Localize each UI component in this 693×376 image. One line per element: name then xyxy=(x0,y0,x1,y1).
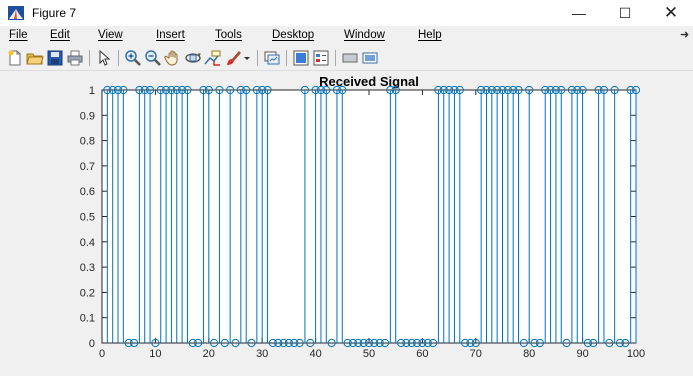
x-tick-label: 60 xyxy=(416,348,428,360)
x-tick-label: 20 xyxy=(203,348,215,360)
y-tick-label: 0.9 xyxy=(80,110,95,122)
menu-insert[interactable]: Insert xyxy=(156,29,185,41)
toolbar-separator xyxy=(89,50,90,66)
x-tick-label: 40 xyxy=(309,348,321,360)
y-tick-label: 0.4 xyxy=(80,237,95,249)
menu-overflow-icon[interactable]: ➜ xyxy=(680,28,689,41)
y-tick-label: 0 xyxy=(89,338,95,350)
chart-title: Received Signal xyxy=(319,74,419,89)
menu-window[interactable]: Window xyxy=(344,29,385,41)
menu-edit[interactable]: Edit xyxy=(50,29,70,41)
x-tick-label: 50 xyxy=(363,348,375,360)
toolbar-separator xyxy=(257,50,258,66)
x-tick-label: 10 xyxy=(149,348,161,360)
menu-help[interactable]: Help xyxy=(418,29,442,41)
figure-canvas: Received Signal 0 10 20 30 40 50 60 70 80 90 100 0 0… xyxy=(0,71,693,376)
menu-view[interactable]: View xyxy=(98,29,123,41)
colorbar-icon[interactable] xyxy=(292,49,310,67)
menu-tools[interactable]: Tools xyxy=(215,29,242,41)
y-tick-label: 0.3 xyxy=(80,262,95,274)
menu-bar: File Edit View Insert Tools Desktop Wind… xyxy=(0,26,693,46)
close-button[interactable]: ✕ xyxy=(648,0,693,26)
x-tick-label: 90 xyxy=(576,348,588,360)
y-tick-label: 0.7 xyxy=(80,161,95,173)
stem-plot[interactable]: Received Signal 0 10 20 30 40 50 60 70 80 90 100 0 0… xyxy=(0,71,693,376)
x-tick-label: 0 xyxy=(99,348,105,360)
pointer-icon[interactable] xyxy=(95,49,113,67)
toolbar-separator xyxy=(335,50,336,66)
y-tick-label: 0.6 xyxy=(80,186,95,198)
menu-file[interactable]: File xyxy=(9,29,28,41)
new-figure-icon[interactable] xyxy=(6,49,24,67)
title-bar: Figure 7 — ☐ ✕ xyxy=(0,0,693,26)
y-tick-label: 0.2 xyxy=(80,287,95,299)
toolbar-separator xyxy=(286,50,287,66)
save-icon[interactable] xyxy=(46,49,64,67)
y-tick-label: 0.5 xyxy=(80,212,95,224)
x-tick-label: 30 xyxy=(256,348,268,360)
matlab-figure-icon xyxy=(8,6,24,20)
brush-icon[interactable] xyxy=(224,49,242,67)
legend-icon[interactable] xyxy=(312,49,330,67)
pan-icon[interactable] xyxy=(164,49,182,67)
x-tick-label: 100 xyxy=(627,348,645,360)
y-tick-label: 0.8 xyxy=(80,136,95,148)
menu-desktop[interactable]: Desktop xyxy=(272,29,314,41)
link-plot-icon[interactable] xyxy=(263,49,281,67)
zoom-out-icon[interactable] xyxy=(144,49,162,67)
rotate-3d-icon[interactable] xyxy=(184,49,202,67)
open-file-icon[interactable] xyxy=(26,49,44,67)
toolbar-separator xyxy=(118,50,119,66)
data-cursor-icon[interactable] xyxy=(204,49,222,67)
window-title: Figure 7 xyxy=(32,6,77,20)
show-plot-tools-icon[interactable] xyxy=(361,49,379,67)
y-tick-label: 0.1 xyxy=(80,313,95,325)
y-tick-label: 1 xyxy=(89,85,95,97)
x-tick-label: 70 xyxy=(470,348,482,360)
print-icon[interactable] xyxy=(66,49,84,67)
zoom-in-icon[interactable] xyxy=(124,49,142,67)
hide-plot-tools-icon[interactable] xyxy=(341,49,359,67)
minimize-button[interactable]: — xyxy=(556,0,602,26)
brush-dropdown-icon[interactable] xyxy=(242,49,252,67)
toolbar xyxy=(0,46,693,71)
x-tick-label: 80 xyxy=(523,348,535,360)
maximize-button[interactable]: ☐ xyxy=(602,0,648,26)
